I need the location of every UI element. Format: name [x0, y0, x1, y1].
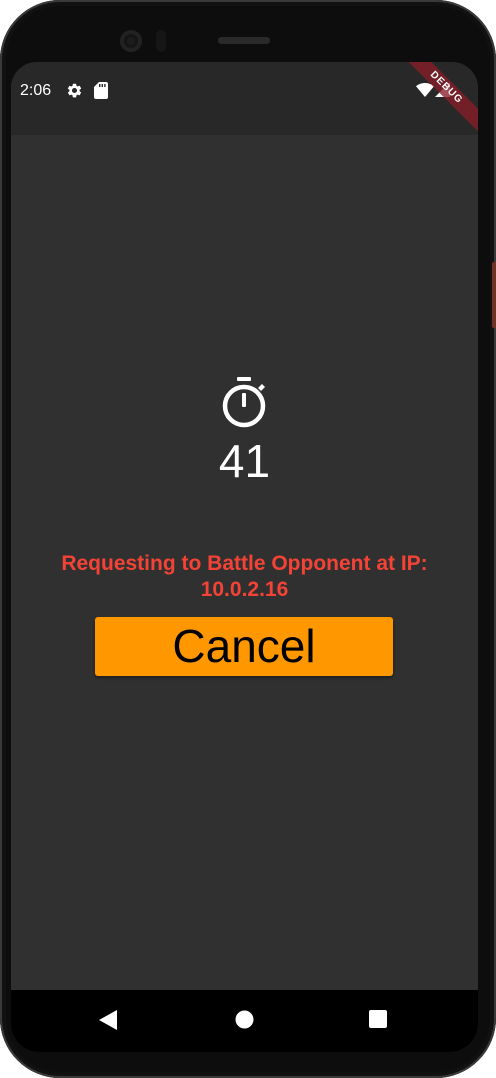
battle-request-message: Requesting to Battle Opponent at IP: 10.…	[31, 551, 458, 603]
countdown-value: 41	[218, 435, 271, 487]
phone-frame: 2:06 DEBUG 41 Requesting to Battle Oppon…	[0, 0, 496, 1078]
wifi-icon	[416, 83, 434, 102]
app-screen: 2:06 DEBUG 41 Requesting to Battle Oppon…	[11, 62, 478, 1052]
timer-icon	[219, 375, 269, 434]
power-button	[492, 262, 496, 328]
cancel-button[interactable]: Cancel	[95, 617, 393, 676]
request-message-line1: Requesting to Battle Opponent at IP:	[61, 552, 428, 575]
opponent-ip-address: 10.0.2.16	[200, 578, 289, 601]
proximity-sensor	[156, 30, 166, 52]
sd-card-icon	[94, 82, 108, 104]
navigation-bar	[11, 990, 478, 1052]
home-icon[interactable]	[235, 1010, 254, 1034]
back-icon[interactable]	[99, 1010, 117, 1035]
status-bar: 2:06 DEBUG	[11, 62, 478, 141]
recents-icon[interactable]	[369, 1010, 387, 1033]
settings-gear-icon	[66, 82, 83, 104]
front-camera	[120, 30, 142, 52]
earpiece-speaker	[218, 37, 270, 44]
status-time: 2:06	[20, 82, 52, 99]
